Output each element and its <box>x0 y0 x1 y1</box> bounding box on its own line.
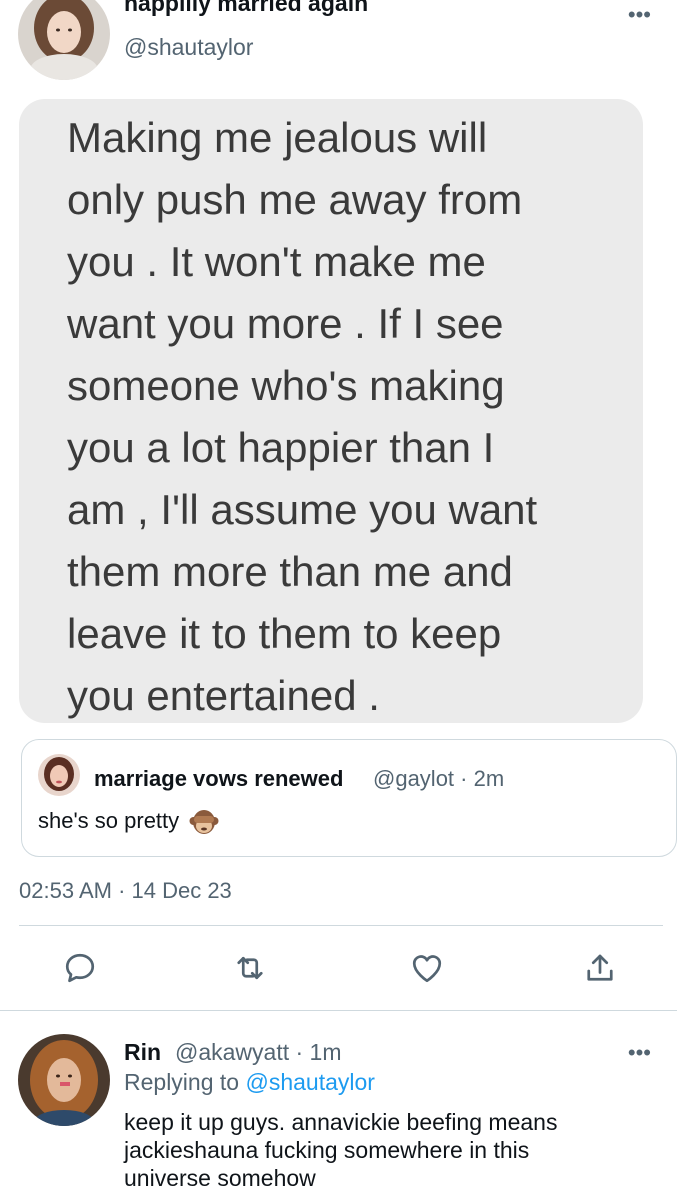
author-handle[interactable]: @shautaylor <box>124 34 253 61</box>
retweet-icon[interactable] <box>232 950 268 986</box>
reply-more-dots-icon[interactable]: ••• <box>628 1042 651 1064</box>
tweet-timestamp[interactable]: 02:53 AM · 14 Dec 23 <box>19 878 232 904</box>
author-avatar[interactable] <box>18 0 110 80</box>
replying-prefix: Replying to <box>124 1069 240 1095</box>
image-text-line: Making me jealous will <box>67 114 488 161</box>
image-text-line: want you more . If I see <box>67 300 504 347</box>
image-text-line: you entertained . <box>67 672 380 719</box>
share-icon[interactable] <box>582 950 618 986</box>
image-text-line: you . It won't make me <box>67 238 486 285</box>
quoted-tweet[interactable]: marriage vows renewed @gaylot · 2m she's… <box>21 739 677 857</box>
reply-text-line: universe somehow <box>124 1165 316 1191</box>
see-no-evil-monkey-icon <box>189 808 219 836</box>
image-text-line: you a lot happier than I <box>67 424 495 471</box>
reply-icon[interactable] <box>62 950 98 986</box>
image-text-line: them more than me and <box>67 548 513 595</box>
more-dots-icon[interactable]: ••• <box>628 4 651 26</box>
quoted-handle-time: @gaylot · 2m <box>373 766 505 791</box>
image-text-line: only push me away from <box>67 176 523 223</box>
reply-author-avatar[interactable] <box>18 1034 110 1126</box>
thread-separator <box>0 1010 677 1011</box>
author-display-name[interactable]: happilly married again <box>124 0 368 17</box>
reply-text-line: jackieshauna fucking somewhere in this <box>124 1137 530 1163</box>
divider <box>19 925 663 926</box>
reply-display-name[interactable]: Rin <box>124 1039 161 1066</box>
reply-handle-time[interactable]: @akawyatt · 1m <box>175 1039 342 1066</box>
image-text-line: am , I'll assume you want <box>67 486 538 533</box>
quoted-display-name: marriage vows renewed <box>94 766 344 791</box>
quoted-author-avatar[interactable] <box>38 754 80 796</box>
tweet-image[interactable]: Making me jealous will only push me away… <box>19 99 643 723</box>
image-text-line: leave it to them to keep <box>67 610 502 657</box>
replying-handle-link[interactable]: @shautaylor <box>245 1069 374 1095</box>
replying-to: Replying to @shautaylor <box>124 1069 375 1096</box>
quoted-text-content: she's so pretty <box>38 808 180 833</box>
reply-text-line: keep it up guys. annavickie beefing mean… <box>124 1109 558 1135</box>
image-text-line: someone who's making <box>67 362 505 409</box>
quoted-text: she's so pretty <box>38 808 219 836</box>
like-icon[interactable] <box>409 950 445 986</box>
